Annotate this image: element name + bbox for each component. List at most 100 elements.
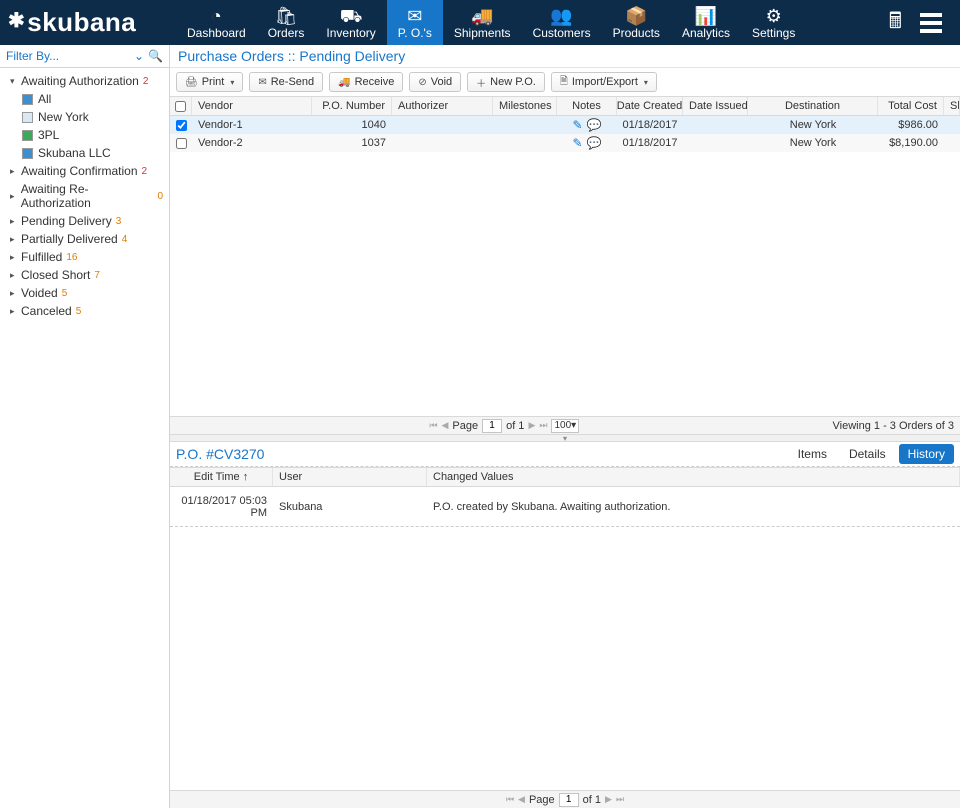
calculator-icon[interactable]: 🖩 (889, 4, 902, 42)
edit-icon[interactable]: ✎ (572, 118, 582, 132)
edit-icon[interactable]: ✎ (572, 136, 582, 150)
color-swatch-icon (22, 130, 33, 141)
sidebar-item-new-york[interactable]: New York (0, 108, 169, 126)
color-swatch-icon (22, 148, 33, 159)
comment-icon[interactable]: 💬 (587, 118, 602, 132)
grid-header: Vendor P.O. Number Authorizer Milestones… (170, 96, 960, 116)
page-next-icon[interactable]: ▶ (528, 420, 535, 431)
hist-page-last-icon[interactable]: ⏭ (616, 794, 624, 805)
nav-settings[interactable]: ⚙Settings (741, 0, 806, 45)
nav-p-o-s[interactable]: ✉P. O.'s (387, 0, 443, 45)
nav-icon: ⛟ (340, 6, 363, 26)
nav-dashboard[interactable]: ◔Dashboard (176, 0, 257, 45)
menu-icon[interactable] (920, 13, 942, 33)
hist-page-next-icon[interactable]: ▶ (605, 794, 612, 805)
sidebar-item-partially-delivered[interactable]: ▸Partially Delivered4 (0, 230, 169, 248)
sidebar-item-awaiting-re-authorization[interactable]: ▸Awaiting Re-Authorization0 (0, 180, 169, 212)
hist-page-input[interactable] (559, 793, 579, 807)
truck-icon: 🚚 (338, 77, 350, 88)
nav-icon: ⚙ (766, 6, 782, 26)
sidebar-item-pending-delivery[interactable]: ▸Pending Delivery3 (0, 212, 169, 230)
hist-page-prev-icon[interactable]: ◀ (518, 794, 525, 805)
nav-icon: 📦 (625, 6, 647, 26)
top-nav: ✱skubana ◔Dashboard🛍Orders⛟Inventory✉P. … (0, 0, 960, 45)
tab-history[interactable]: History (899, 444, 954, 464)
nav-analytics[interactable]: 📊Analytics (671, 0, 741, 45)
sidebar-item-voided[interactable]: ▸Voided5 (0, 284, 169, 302)
col-edit-time[interactable]: Edit Time ↑ (170, 468, 273, 486)
sidebar-item-all[interactable]: All (0, 90, 169, 108)
col-date-issued[interactable]: Date Issued (683, 97, 748, 115)
col-destination[interactable]: Destination (748, 97, 878, 115)
tree-arrow-icon: ▸ (10, 166, 18, 177)
po-grid: Vendor P.O. Number Authorizer Milestones… (170, 96, 960, 416)
nav-customers[interactable]: 👥Customers (522, 0, 602, 45)
nav-icon: 📊 (695, 6, 717, 26)
sidebar-item-awaiting-authorization[interactable]: ▾Awaiting Authorization2 (0, 72, 169, 90)
receive-button[interactable]: 🚚Receive (329, 72, 403, 92)
grid-pager: ⏮ ◀ Page of 1 ▶ ⏭ 100 ▾ Viewing 1 - 3 Or… (170, 416, 960, 434)
hist-page-first-icon[interactable]: ⏮ (506, 794, 514, 805)
col-notes[interactable]: Notes (557, 97, 617, 115)
nav-orders[interactable]: 🛍Orders (257, 0, 316, 45)
nav-icon: 🚚 (471, 6, 493, 26)
page-title: Purchase Orders :: Pending Delivery (170, 45, 960, 68)
filter-expand-icon[interactable]: ⌄ (134, 49, 144, 63)
tab-details[interactable]: Details (840, 444, 895, 464)
tree-arrow-icon: ▸ (10, 270, 18, 281)
tree-arrow-icon: ▸ (10, 306, 18, 317)
col-total-cost[interactable]: Total Cost (878, 97, 944, 115)
page-prev-icon[interactable]: ◀ (441, 420, 448, 431)
select-all-checkbox[interactable] (175, 101, 186, 112)
sidebar-item-skubana-llc[interactable]: Skubana LLC (0, 144, 169, 162)
color-swatch-icon (22, 94, 33, 105)
filter-sidebar: Filter By... ⌄ 🔍 ▾Awaiting Authorization… (0, 45, 170, 808)
plus-icon: ＋ (476, 75, 486, 90)
void-button[interactable]: ⊘Void (409, 72, 461, 92)
nav-products[interactable]: 📦Products (602, 0, 671, 45)
print-button[interactable]: 🖨Print▾ (176, 72, 243, 92)
nav-shipments[interactable]: 🚚Shipments (443, 0, 522, 45)
history-row: 01/18/2017 05:03 PMSkubanaP.O. created b… (170, 487, 960, 527)
page-first-icon[interactable]: ⏮ (429, 420, 437, 431)
col-po[interactable]: P.O. Number (312, 97, 392, 115)
import-export-button[interactable]: 🗎Import/Export▾ (551, 72, 657, 92)
sidebar-item-closed-short[interactable]: ▸Closed Short7 (0, 266, 169, 284)
nav-icon: ◔ (211, 6, 222, 26)
tree-arrow-icon: ▸ (10, 216, 18, 227)
page-size-select[interactable]: 100 ▾ (551, 419, 579, 433)
col-sh[interactable]: Sh (944, 97, 960, 115)
row-checkbox[interactable] (176, 138, 187, 149)
col-date-created[interactable]: Date Created (617, 97, 683, 115)
table-row[interactable]: Vendor-11040✎💬01/18/2017New York$986.00 (170, 116, 960, 134)
tree-arrow-icon: ▸ (10, 191, 18, 202)
sidebar-item-canceled[interactable]: ▸Canceled5 (0, 302, 169, 320)
doc-icon: 🗎 (560, 74, 568, 91)
nav-icon: ✉ (407, 6, 422, 26)
color-swatch-icon (22, 112, 33, 123)
col-changed-values[interactable]: Changed Values (427, 468, 960, 486)
new-po-button[interactable]: ＋New P.O. (467, 72, 545, 92)
detail-title: P.O. #CV3270 (176, 446, 789, 462)
sidebar-item-fulfilled[interactable]: ▸Fulfilled16 (0, 248, 169, 266)
filter-search-icon[interactable]: 🔍 (148, 49, 163, 63)
col-vendor[interactable]: Vendor (192, 97, 312, 115)
page-input[interactable] (482, 419, 502, 433)
comment-icon[interactable]: 💬 (587, 136, 602, 150)
filter-label: Filter By... (6, 49, 130, 63)
tab-items[interactable]: Items (789, 444, 836, 464)
splitter-handle[interactable]: ▾ (170, 434, 960, 442)
row-checkbox[interactable] (176, 120, 187, 131)
col-auth[interactable]: Authorizer (392, 97, 493, 115)
table-row[interactable]: Vendor-21037✎💬01/18/2017New York$8,190.0… (170, 134, 960, 152)
nav-inventory[interactable]: ⛟Inventory (315, 0, 386, 45)
sidebar-item-awaiting-confirmation[interactable]: ▸Awaiting Confirmation2 (0, 162, 169, 180)
void-icon: ⊘ (418, 77, 426, 88)
nav-icon: 🛍 (275, 6, 298, 26)
resend-button[interactable]: ✉Re-Send (249, 72, 323, 92)
col-user[interactable]: User (273, 468, 427, 486)
toolbar: 🖨Print▾ ✉Re-Send 🚚Receive ⊘Void ＋New P.O… (170, 68, 960, 96)
col-milestones[interactable]: Milestones (493, 97, 557, 115)
page-last-icon[interactable]: ⏭ (539, 420, 547, 431)
sidebar-item--pl[interactable]: 3PL (0, 126, 169, 144)
